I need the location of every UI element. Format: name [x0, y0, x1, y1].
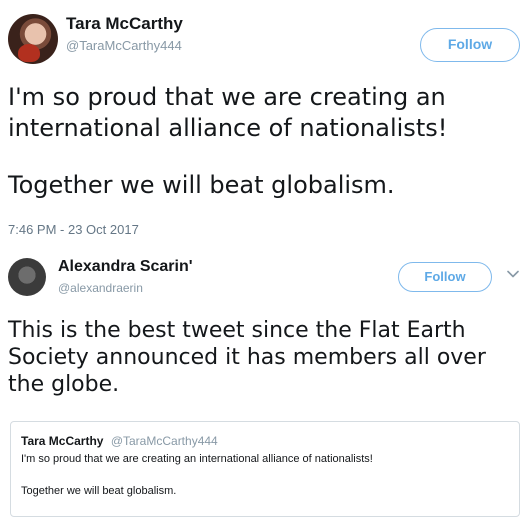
reply-author-name[interactable]: Alexandra Scarin': [58, 258, 193, 276]
tweet-text-line: I'm so proud that we are creating an: [8, 83, 446, 111]
author-handle[interactable]: @TaraMcCarthy444: [66, 38, 182, 53]
quoted-text-line: Together we will beat globalism.: [21, 485, 177, 497]
follow-button[interactable]: Follow: [420, 28, 520, 62]
tweet-text-line: international alliance of nationalists!: [8, 114, 448, 142]
reply-text-line: Society announced it has members all ove…: [8, 345, 486, 370]
chevron-down-icon[interactable]: [505, 266, 521, 282]
quoted-tweet-header: Tara McCarthy @TaraMcCarthy444: [21, 434, 218, 448]
reply-follow-button[interactable]: Follow: [398, 262, 492, 292]
tweet-text-line: Together we will beat globalism.: [8, 171, 395, 199]
reply-text-line: This is the best tweet since the Flat Ea…: [8, 318, 466, 343]
quoted-tweet[interactable]: Tara McCarthy @TaraMcCarthy444 I'm so pr…: [10, 421, 520, 517]
reply-author-handle[interactable]: @alexandraerin: [58, 281, 143, 295]
reply-text: This is the best tweet since the Flat Ea…: [8, 317, 523, 398]
author-name[interactable]: Tara McCarthy: [66, 14, 183, 34]
tweet-text: I'm so proud that we are creating an int…: [8, 82, 508, 201]
original-tweet: Tara McCarthy @TaraMcCarthy444 Follow I'…: [0, 0, 530, 245]
quoted-author-handle: @TaraMcCarthy444: [110, 434, 218, 448]
tweet-timestamp[interactable]: 7:46 PM - 23 Oct 2017: [8, 222, 139, 237]
quoted-author-name: Tara McCarthy: [21, 434, 104, 448]
quoted-text-line: I'm so proud that we are creating an int…: [21, 453, 373, 465]
avatar[interactable]: [8, 258, 46, 296]
avatar[interactable]: [8, 14, 58, 64]
reply-text-line: the globe.: [8, 372, 120, 397]
